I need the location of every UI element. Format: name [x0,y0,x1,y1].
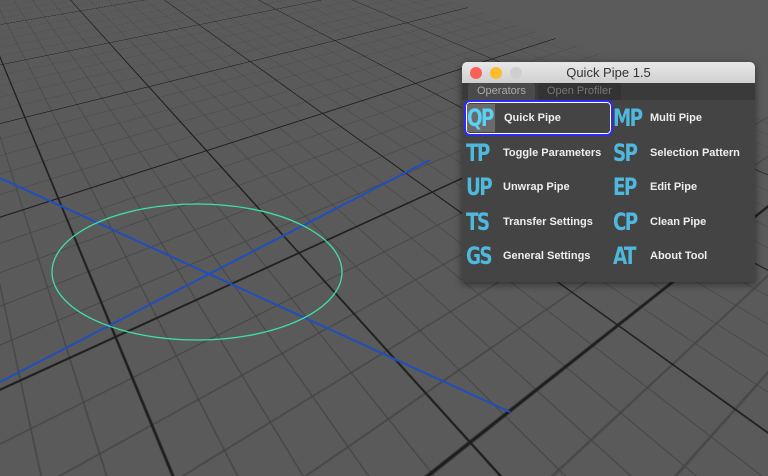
tool-general-settings-button[interactable]: GS General Settings [466,240,611,272]
tool-edit-pipe-button[interactable]: EP Edit Pipe [613,171,751,203]
tool-label: Multi Pipe [650,112,702,124]
tool-toggle-parameters-button[interactable]: TP Toggle Parameters [466,137,611,169]
tool-label: Selection Pattern [650,146,740,159]
tool-quick-pipe-button[interactable]: QP Quick Pipe [464,100,613,136]
tool-icon: CP [613,207,638,236]
tab-open-profiler[interactable]: Open Profiler [537,83,621,100]
x-axis-line [0,177,511,413]
tool-icon: QP [467,104,496,132]
tool-icon: GS [466,242,493,270]
tab-operators[interactable]: Operators [468,83,535,100]
tool-unwrap-pipe-button[interactable]: UP Unwrap Pipe [466,171,611,203]
tool-label: Clean Pipe [650,215,707,228]
close-button[interactable] [470,67,482,79]
tool-icon: EP [613,173,637,201]
tool-label: Unwrap Pipe [503,181,570,193]
tool-icon: UP [466,173,493,201]
tool-selection-pattern-button[interactable]: SP Selection Pattern [613,137,751,169]
nurbs-circle[interactable] [51,203,343,341]
window-title: Quick Pipe 1.5 [566,65,651,80]
tool-transfer-settings-button[interactable]: TS Transfer Settings [466,206,611,238]
tool-icon: TP [466,138,490,167]
tool-icon: TS [466,207,490,236]
tool-label: General Settings [503,250,591,262]
tool-label: Edit Pipe [650,181,698,193]
tool-about-tool-button[interactable]: AT About Tool [613,240,751,272]
zoom-button[interactable] [510,67,522,79]
tool-label: Quick Pipe [504,112,561,124]
tool-icon: AT [613,242,636,270]
z-axis-line [0,159,431,383]
tool-label: Transfer Settings [503,215,593,228]
minimize-button[interactable] [490,67,502,79]
tool-label: About Tool [650,250,708,262]
tab-bar: Operators Open Profiler [462,83,755,100]
title-bar[interactable]: Quick Pipe 1.5 [462,62,755,83]
tool-icon: MP [613,104,643,132]
tool-clean-pipe-button[interactable]: CP Clean Pipe [613,206,751,238]
tool-icon: SP [613,138,638,167]
quick-pipe-window: Quick Pipe 1.5 Operators Open Profiler Q… [462,62,755,282]
tool-label: Toggle Parameters [503,146,602,159]
tool-multi-pipe-button[interactable]: MP Multi Pipe [613,102,751,134]
